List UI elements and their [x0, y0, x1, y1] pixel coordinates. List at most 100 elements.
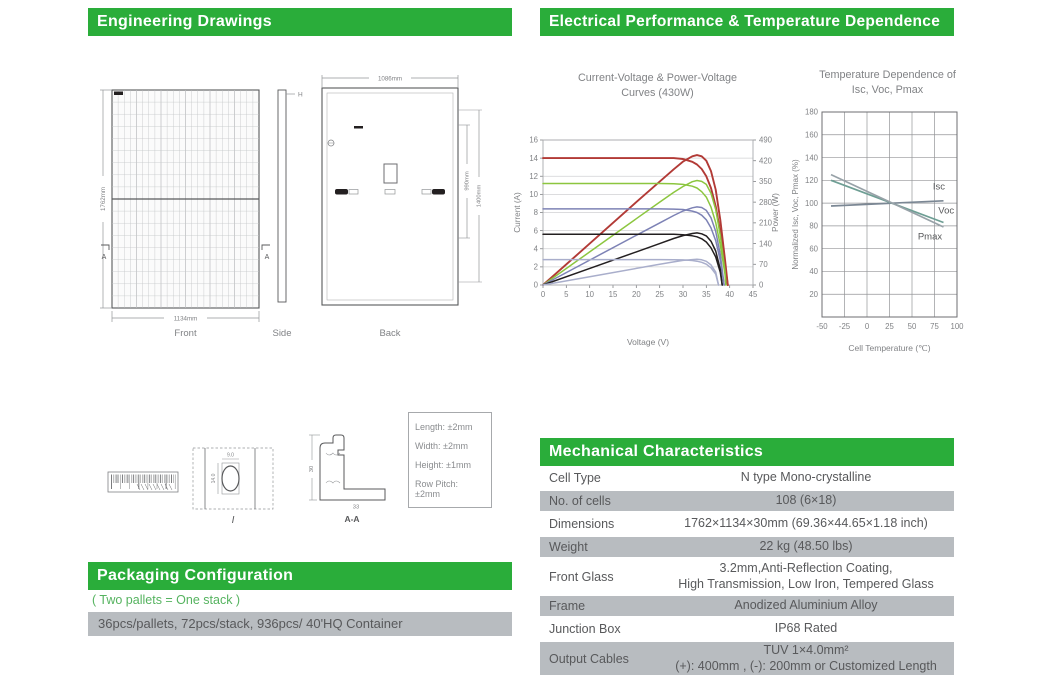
svg-text:70: 70 — [759, 260, 768, 269]
row-value: 1762×1134×30mm (69.36×44.65×1.18 inch) — [658, 516, 954, 532]
section-marker-right: A — [265, 254, 270, 261]
svg-text:10: 10 — [529, 190, 538, 199]
table-row: Weight 22 kg (48.50 lbs) — [540, 537, 954, 557]
series-label-Voc: Voc — [938, 205, 954, 216]
svg-text:40: 40 — [809, 267, 818, 276]
chart-series-IV-200W — [543, 260, 719, 285]
row-value: 22 kg (48.50 lbs) — [658, 539, 954, 555]
row-label: Weight — [540, 540, 658, 554]
section-aa-label: A-A — [344, 514, 359, 524]
side-view-label: Side — [272, 328, 291, 339]
svg-text:180: 180 — [805, 108, 819, 117]
front-view-drawing: 1762mm 1134mm A A Front — [98, 90, 270, 339]
svg-text:12: 12 — [529, 172, 538, 181]
engineering-drawings-header: Engineering Drawings — [88, 8, 512, 36]
row-value: TUV 1×4.0mm² (+): 400mm , (-): 200mm or … — [658, 643, 954, 674]
tolerance-box: Length: ±2mm Width: ±2mm Height: ±1mm Ro… — [408, 412, 492, 508]
table-row: Junction Box IP68 Rated — [540, 619, 954, 639]
table-row: Dimensions 1762×1134×30mm (69.36×44.65×1… — [540, 514, 954, 534]
svg-text:60: 60 — [809, 244, 818, 253]
packaging-details: 36pcs/pallets, 72pcs/stack, 936pcs/ 40'H… — [88, 612, 512, 636]
back-view-label: Back — [379, 328, 400, 339]
chart-series-PV-200W — [543, 259, 719, 285]
junction-box — [384, 164, 397, 183]
svg-text:160: 160 — [805, 130, 819, 139]
svg-text:25: 25 — [885, 322, 894, 331]
row-label: No. of cells — [540, 494, 658, 508]
svg-text:20: 20 — [632, 290, 641, 299]
row-label: Dimensions — [540, 517, 658, 531]
svg-text:14: 14 — [529, 154, 538, 163]
svg-text:25: 25 — [655, 290, 664, 299]
row-label: Frame — [540, 599, 658, 613]
svg-text:420: 420 — [759, 156, 773, 165]
table-row: Output Cables TUV 1×4.0mm² (+): 400mm , … — [540, 642, 954, 675]
temperature-chart-title: Temperature Dependence of Isc, Voc, Pmax — [800, 68, 975, 98]
x-axis-label: Voltage (V) — [627, 337, 669, 347]
detail-i-label: I — [232, 515, 235, 526]
row-value: N type Mono-crystalline — [658, 470, 954, 486]
side-thickness-dimension: H — [298, 92, 303, 99]
mounting-holes-outer-dimension: 1400mm — [477, 185, 483, 208]
row-value: IP68 Rated — [658, 621, 954, 637]
svg-text:4: 4 — [534, 244, 539, 253]
slot-height-dimension: 14.0 — [211, 473, 217, 483]
svg-text:8: 8 — [534, 208, 538, 217]
row-label: Junction Box — [540, 622, 658, 636]
svg-text:0: 0 — [534, 281, 539, 290]
row-value: 108 (6×18) — [658, 493, 954, 509]
front-height-dimension: 1762mm — [100, 187, 107, 211]
front-view-label: Front — [174, 328, 197, 339]
svg-text:-25: -25 — [839, 322, 851, 331]
svg-text:30: 30 — [679, 290, 688, 299]
table-row: Cell Type N type Mono-crystalline — [540, 468, 954, 488]
svg-text:40: 40 — [725, 290, 734, 299]
table-row: Front Glass 3.2mm,Anti-Reflection Coatin… — [540, 560, 954, 593]
iv-curve-chart: 0246810121416070140210280350420490051015… — [510, 112, 795, 374]
svg-text:-50: -50 — [816, 322, 828, 331]
svg-text:100: 100 — [805, 199, 819, 208]
row-value: 3.2mm,Anti-Reflection Coating, High Tran… — [658, 561, 954, 592]
back-view-drawing: 1086mm 990mm 1400mm Back — [322, 74, 484, 340]
x-axis-label: Cell Temperature (℃) — [848, 343, 930, 353]
y-axis-label: Normalized Isc, Voc, Pmax (%) — [791, 159, 800, 270]
chart-series-PV-600W — [543, 207, 724, 285]
packaging-note: ( Two pallets = One stack ) — [92, 593, 240, 607]
svg-text:0: 0 — [865, 322, 870, 331]
svg-text:0: 0 — [541, 290, 546, 299]
row-label: Front Glass — [540, 570, 658, 584]
back-width-dimension: 1086mm — [378, 76, 402, 83]
frame-profile — [320, 435, 385, 500]
datasheet-page: Engineering Drawings Electrical Performa… — [0, 0, 1060, 694]
svg-text:490: 490 — [759, 136, 773, 145]
frame-width-dimension: 33 — [353, 505, 359, 511]
section-marker-left: A — [102, 254, 107, 261]
electrical-performance-header: Electrical Performance & Temperature Dep… — [540, 8, 954, 36]
temperature-dependence-chart: 20406080100120140160180-50-250255075100I… — [790, 100, 1000, 375]
row-value: Anodized Aluminium Alloy — [658, 598, 954, 614]
mechanical-table: Cell Type N type Mono-crystalline No. of… — [540, 468, 954, 678]
y-axis-label-right: Power (W) — [771, 193, 780, 232]
connector-left — [335, 189, 348, 195]
svg-text:15: 15 — [609, 290, 618, 299]
mounting-slot — [222, 466, 239, 491]
front-width-dimension: 1134mm — [174, 316, 198, 323]
mechanical-characteristics-header: Mechanical Characteristics — [540, 438, 954, 466]
svg-text:140: 140 — [805, 153, 819, 162]
section-aa-drawing: 30 33 A-A — [308, 435, 386, 524]
svg-text:0: 0 — [759, 281, 764, 290]
row-label: Cell Type — [540, 471, 658, 485]
back-label-sticker — [354, 126, 363, 129]
tolerance-width: Width: ±2mm — [415, 441, 485, 451]
svg-text:350: 350 — [759, 177, 773, 186]
svg-text:100: 100 — [950, 322, 964, 331]
svg-text:10: 10 — [585, 290, 594, 299]
svg-text:2: 2 — [534, 263, 538, 272]
frame-height-dimension: 30 — [309, 466, 315, 472]
side-view-drawing: H Side — [272, 90, 303, 339]
svg-text:140: 140 — [759, 239, 773, 248]
connector-right — [432, 189, 445, 195]
series-label-Isc: Isc — [933, 181, 945, 192]
svg-text:50: 50 — [908, 322, 917, 331]
table-row: Frame Anodized Aluminium Alloy — [540, 596, 954, 616]
